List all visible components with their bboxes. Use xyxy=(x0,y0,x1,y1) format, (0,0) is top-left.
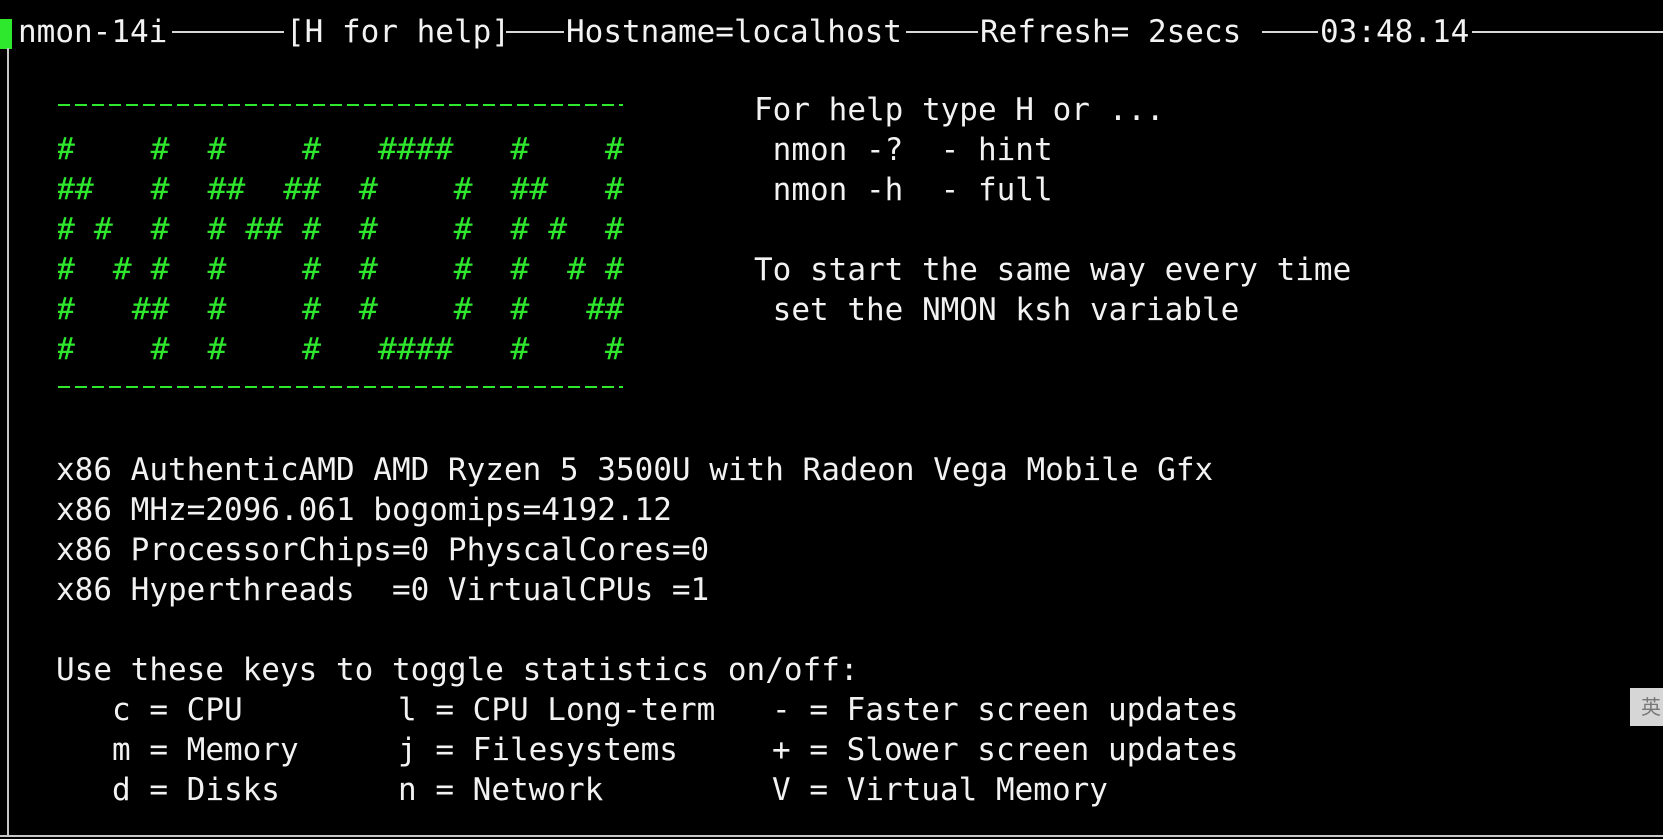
header-rule xyxy=(1262,31,1318,33)
terminal-window[interactable]: nmon-14i [H for help] Hostname=localhost… xyxy=(0,0,1663,839)
key-slower-updates: + = Slower screen updates xyxy=(772,732,1239,768)
cpu-info-line: x86 ProcessorChips=0 PhyscalCores=0 xyxy=(56,532,710,568)
help-line: nmon -? - hint xyxy=(754,132,1053,168)
header-app-name: nmon-14i xyxy=(18,14,168,50)
cpu-info-line: x86 MHz=2096.061 bogomips=4192.12 xyxy=(56,492,672,528)
header-rule xyxy=(172,31,284,33)
key-cpu: c = CPU xyxy=(112,692,243,728)
window-left-border xyxy=(7,48,9,835)
cpu-info-line: x86 AuthenticAMD AMD Ryzen 5 3500U with … xyxy=(56,452,1214,488)
key-cpu-long-term: l = CPU Long-term xyxy=(398,692,716,728)
header-time: 03:48.14 xyxy=(1320,14,1470,50)
logo-row: ## # ## ## # # ## # xyxy=(58,172,624,207)
logo-row: # # # # #### # # xyxy=(58,132,624,167)
key-faster-updates: - = Faster screen updates xyxy=(772,692,1239,728)
logo-row: # ## # # # # # ## xyxy=(58,292,624,327)
header-rule xyxy=(1472,31,1663,33)
key-network: n = Network xyxy=(398,772,604,808)
logo-row: # # # # ## # # # # # # xyxy=(58,212,624,247)
header-rule xyxy=(906,31,978,33)
help-line: nmon -h - full xyxy=(754,172,1053,208)
keys-title: Use these keys to toggle statistics on/o… xyxy=(56,652,859,688)
help-line: To start the same way every time xyxy=(754,252,1352,288)
key-virtual-memory: V = Virtual Memory xyxy=(772,772,1108,808)
header-refresh: Refresh= 2secs xyxy=(980,14,1242,50)
header-rule xyxy=(506,31,564,33)
logo-row: # # # # #### # # xyxy=(58,332,624,367)
key-memory: m = Memory xyxy=(112,732,299,768)
help-line: set the NMON ksh variable xyxy=(754,292,1240,328)
ime-language-badge[interactable]: 英 xyxy=(1630,688,1663,726)
window-bottom-border xyxy=(0,835,1663,837)
cpu-info-line: x86 Hyperthreads =0 VirtualCPUs =1 xyxy=(56,572,710,608)
key-disks: d = Disks xyxy=(112,772,280,808)
key-filesystems: j = Filesystems xyxy=(398,732,678,768)
header-hostname: Hostname=localhost xyxy=(566,14,902,50)
nmon-logo: # # # # #### # # ## # ## ## # # ## # # #… xyxy=(58,104,624,388)
help-line: For help type H or ... xyxy=(754,92,1165,128)
header-help-hint: [H for help] xyxy=(286,14,510,50)
terminal-cursor xyxy=(0,19,12,49)
logo-row: # # # # # # # # # # xyxy=(58,252,624,287)
